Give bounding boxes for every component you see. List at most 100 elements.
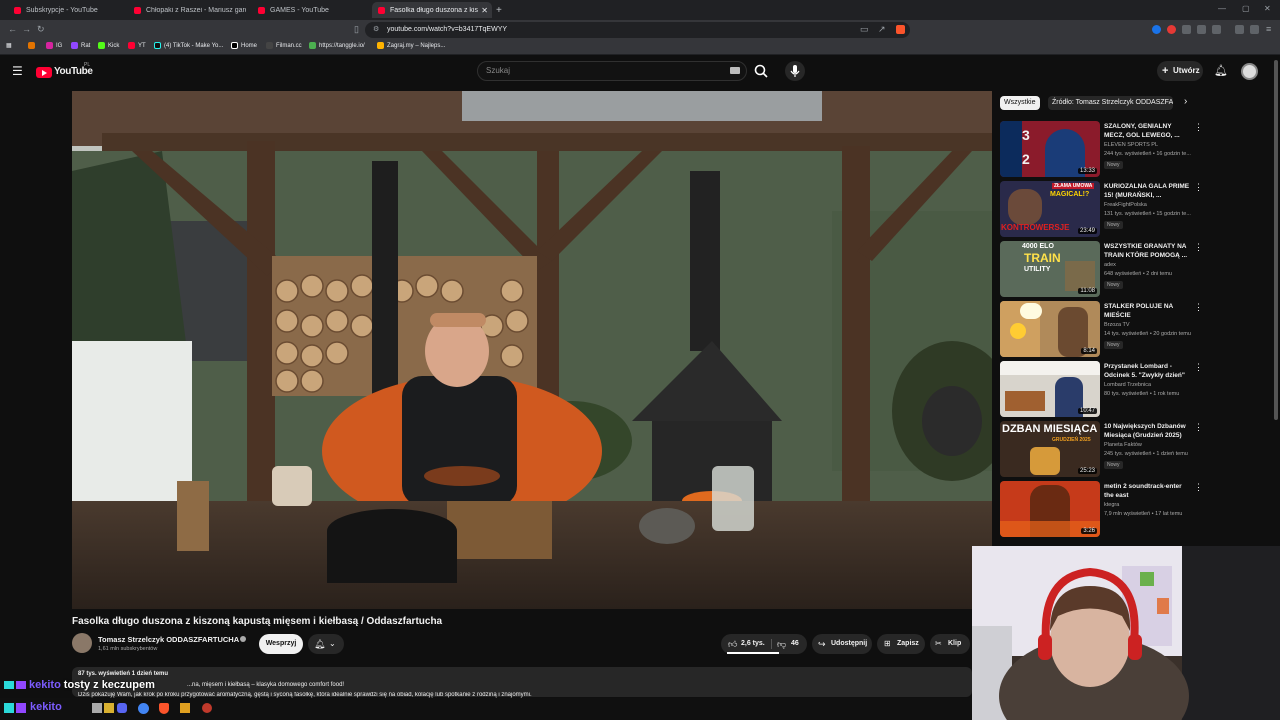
tab-current-video[interactable]: Fasolka długo duszona z kisz ✕ (372, 2, 492, 18)
recommendation-item[interactable]: ZŁAMA UMOWA MAGICAL!? KONTROWERSJE 23:49… (1000, 181, 1205, 238)
thumbs-up-icon[interactable]: 👍︎ (728, 634, 737, 654)
extension-blue-icon[interactable] (1152, 25, 1161, 34)
wallet-icon[interactable] (1250, 25, 1259, 34)
bookmark-kick[interactable]: Kick (98, 42, 119, 49)
share-page-icon[interactable]: ↗ (878, 24, 886, 35)
like-count[interactable]: 2,6 tys. (741, 634, 765, 654)
extension-red-icon[interactable] (1167, 25, 1176, 34)
more-vert-icon[interactable]: ⋮ (1194, 242, 1203, 253)
keyboard-icon[interactable] (730, 67, 740, 74)
avatar[interactable] (1241, 63, 1258, 80)
thumbnail: 3:26 (1000, 481, 1100, 537)
brave-icon[interactable] (159, 703, 169, 714)
file-explorer-icon[interactable] (92, 703, 102, 713)
tab-games[interactable]: GAMES - YouTube (252, 2, 367, 18)
channel-avatar[interactable] (72, 633, 92, 653)
plus-icon: + (1162, 65, 1169, 77)
recommendation-item[interactable]: 10:47 Przystanek Lombard - Odcinek 5. "Z… (1000, 361, 1205, 418)
recommendation-item[interactable]: 8:14 STALKER POLUJE NA MIEŚCIE Brzoza TV… (1000, 301, 1205, 358)
reload-icon[interactable]: ↻ (37, 24, 45, 35)
more-vert-icon[interactable]: ⋮ (1194, 302, 1203, 313)
recommendation-item[interactable]: 3:26 metin 2 soundtrack-enter the east k… (1000, 481, 1205, 538)
taskbar: kekito (0, 698, 972, 720)
sidebar-icon[interactable] (1212, 25, 1221, 34)
badge-icon (16, 681, 26, 689)
more-vert-icon[interactable]: ⋮ (1194, 362, 1203, 373)
back-icon[interactable]: ← (8, 24, 17, 34)
extension-gray-icon[interactable] (1182, 25, 1191, 34)
bookmark-tanggle[interactable]: https://tanggle.io/ (309, 42, 365, 49)
thumbs-down-icon[interactable]: 👎︎ (777, 634, 786, 654)
video-frame (72, 91, 992, 609)
bookmark-yt[interactable]: YT (128, 42, 146, 49)
chevron-down-icon: ⌄ (329, 639, 336, 648)
recommendation-item[interactable]: 4000 ELO TRAIN UTILITY 11:08 WSZYSTKIE G… (1000, 241, 1205, 298)
hamburger-menu-icon[interactable]: ☰ (12, 64, 23, 78)
new-badge: Nowy (1104, 161, 1123, 169)
minimize-icon[interactable]: — (1218, 4, 1226, 13)
like-ratio-bar (727, 652, 779, 654)
youtube-favicon-icon (134, 6, 141, 14)
chip-source[interactable]: Źródło: Tomasz Strzelczyk ODDASZFA (1048, 96, 1173, 110)
video-player[interactable] (72, 91, 992, 609)
chrome-icon[interactable] (138, 703, 149, 714)
close-window-icon[interactable]: ✕ (1264, 4, 1271, 13)
bookmark-folder[interactable] (28, 42, 38, 49)
share-button[interactable]: ↪ Udostępnij (812, 634, 872, 654)
create-button[interactable]: + Utwórz (1157, 61, 1203, 81)
divider (771, 639, 772, 649)
thumbnail: 4000 ELO TRAIN UTILITY 11:08 (1000, 241, 1100, 297)
site-info-icon[interactable]: ⚙ (373, 22, 379, 38)
obs-icon[interactable] (202, 703, 212, 713)
tab-subskrypcje[interactable]: Subskrypcje - YouTube (8, 2, 123, 18)
bookmark-ig[interactable]: IG (46, 42, 62, 49)
chat-overlay-message: kekito tosty z keczupem (4, 678, 155, 692)
bookmark-zagraj[interactable]: Zagraj.my – Najleps... (377, 42, 445, 49)
music-icon[interactable] (1235, 25, 1244, 34)
tab-chlopaki[interactable]: Chłopaki z Raszei - Mariusz gardzi p (128, 2, 248, 18)
clip-button[interactable]: ✂ Klip (930, 634, 970, 654)
forward-icon[interactable]: → (22, 24, 31, 34)
search-button[interactable] (750, 61, 772, 81)
bookmark-filman[interactable]: Filman.cc (266, 42, 302, 49)
app-icon[interactable] (180, 703, 190, 713)
bookmark-home[interactable]: Home (231, 42, 257, 49)
bell-icon: 🔔︎ (314, 639, 326, 649)
more-vert-icon[interactable]: ⋮ (1194, 422, 1203, 433)
close-tab-icon[interactable]: ✕ (481, 6, 488, 15)
apps-grid-icon[interactable]: ▦ (6, 42, 12, 49)
recommendation-item[interactable]: DZBAN MIESIĄCA GRUDZIEŃ 2025 25:23 10 Na… (1000, 421, 1205, 478)
address-bar[interactable]: ⚙ youtube.com/watch?v=b3417TqEWYY (365, 22, 910, 38)
screen-icon[interactable]: ▭ (860, 24, 869, 35)
thumbnail: 8:14 (1000, 301, 1100, 357)
chevron-right-icon[interactable]: › (1184, 96, 1187, 107)
recommendation-item[interactable]: 3 2 13:33 SZALONY, GENIALNY MECZ, GOL LE… (1000, 121, 1205, 178)
youtube-logo[interactable]: YouTube PL (36, 62, 106, 80)
support-button[interactable]: Wesprzyj (259, 634, 303, 654)
more-vert-icon[interactable]: ⋮ (1194, 182, 1203, 193)
bookmark-icon[interactable]: ▯ (354, 24, 359, 35)
voice-search-button[interactable] (785, 61, 805, 81)
video-description[interactable]: 87 tys. wyświetleń 1 dzień temu ...na, m… (72, 667, 972, 698)
extension-puzzle-icon[interactable] (1197, 25, 1206, 34)
bookmark-rat[interactable]: Rat (71, 42, 90, 49)
discord-icon[interactable] (117, 703, 127, 713)
notifications-bell-icon[interactable]: 🔔︎ (1214, 64, 1228, 77)
more-vert-icon[interactable]: ⋮ (1194, 122, 1203, 133)
menu-icon[interactable]: ≡ (1266, 24, 1271, 34)
youtube-favicon-icon (258, 6, 265, 14)
dislike-count[interactable]: 46 (791, 634, 799, 654)
folder-icon[interactable] (104, 703, 114, 713)
channel-name[interactable]: Tomasz Strzelczyk ODDASZFARTUCHA (98, 635, 239, 644)
brave-shield-icon[interactable] (896, 25, 905, 34)
more-vert-icon[interactable]: ⋮ (1194, 482, 1203, 493)
bookmark-tiktok[interactable]: (4) TikTok - Make Yo... (154, 42, 223, 49)
search-input[interactable]: Szukaj (477, 61, 747, 81)
new-tab-button[interactable]: + (496, 2, 510, 18)
chip-all[interactable]: Wszystkie (1000, 96, 1040, 110)
notification-settings-button[interactable]: 🔔︎ ⌄ (308, 634, 344, 654)
maximize-icon[interactable]: ▢ (1242, 4, 1250, 13)
page-scrollbar[interactable] (1274, 60, 1278, 420)
save-button[interactable]: ⊞ Zapisz (877, 634, 925, 654)
youtube-favicon-icon (378, 6, 385, 14)
